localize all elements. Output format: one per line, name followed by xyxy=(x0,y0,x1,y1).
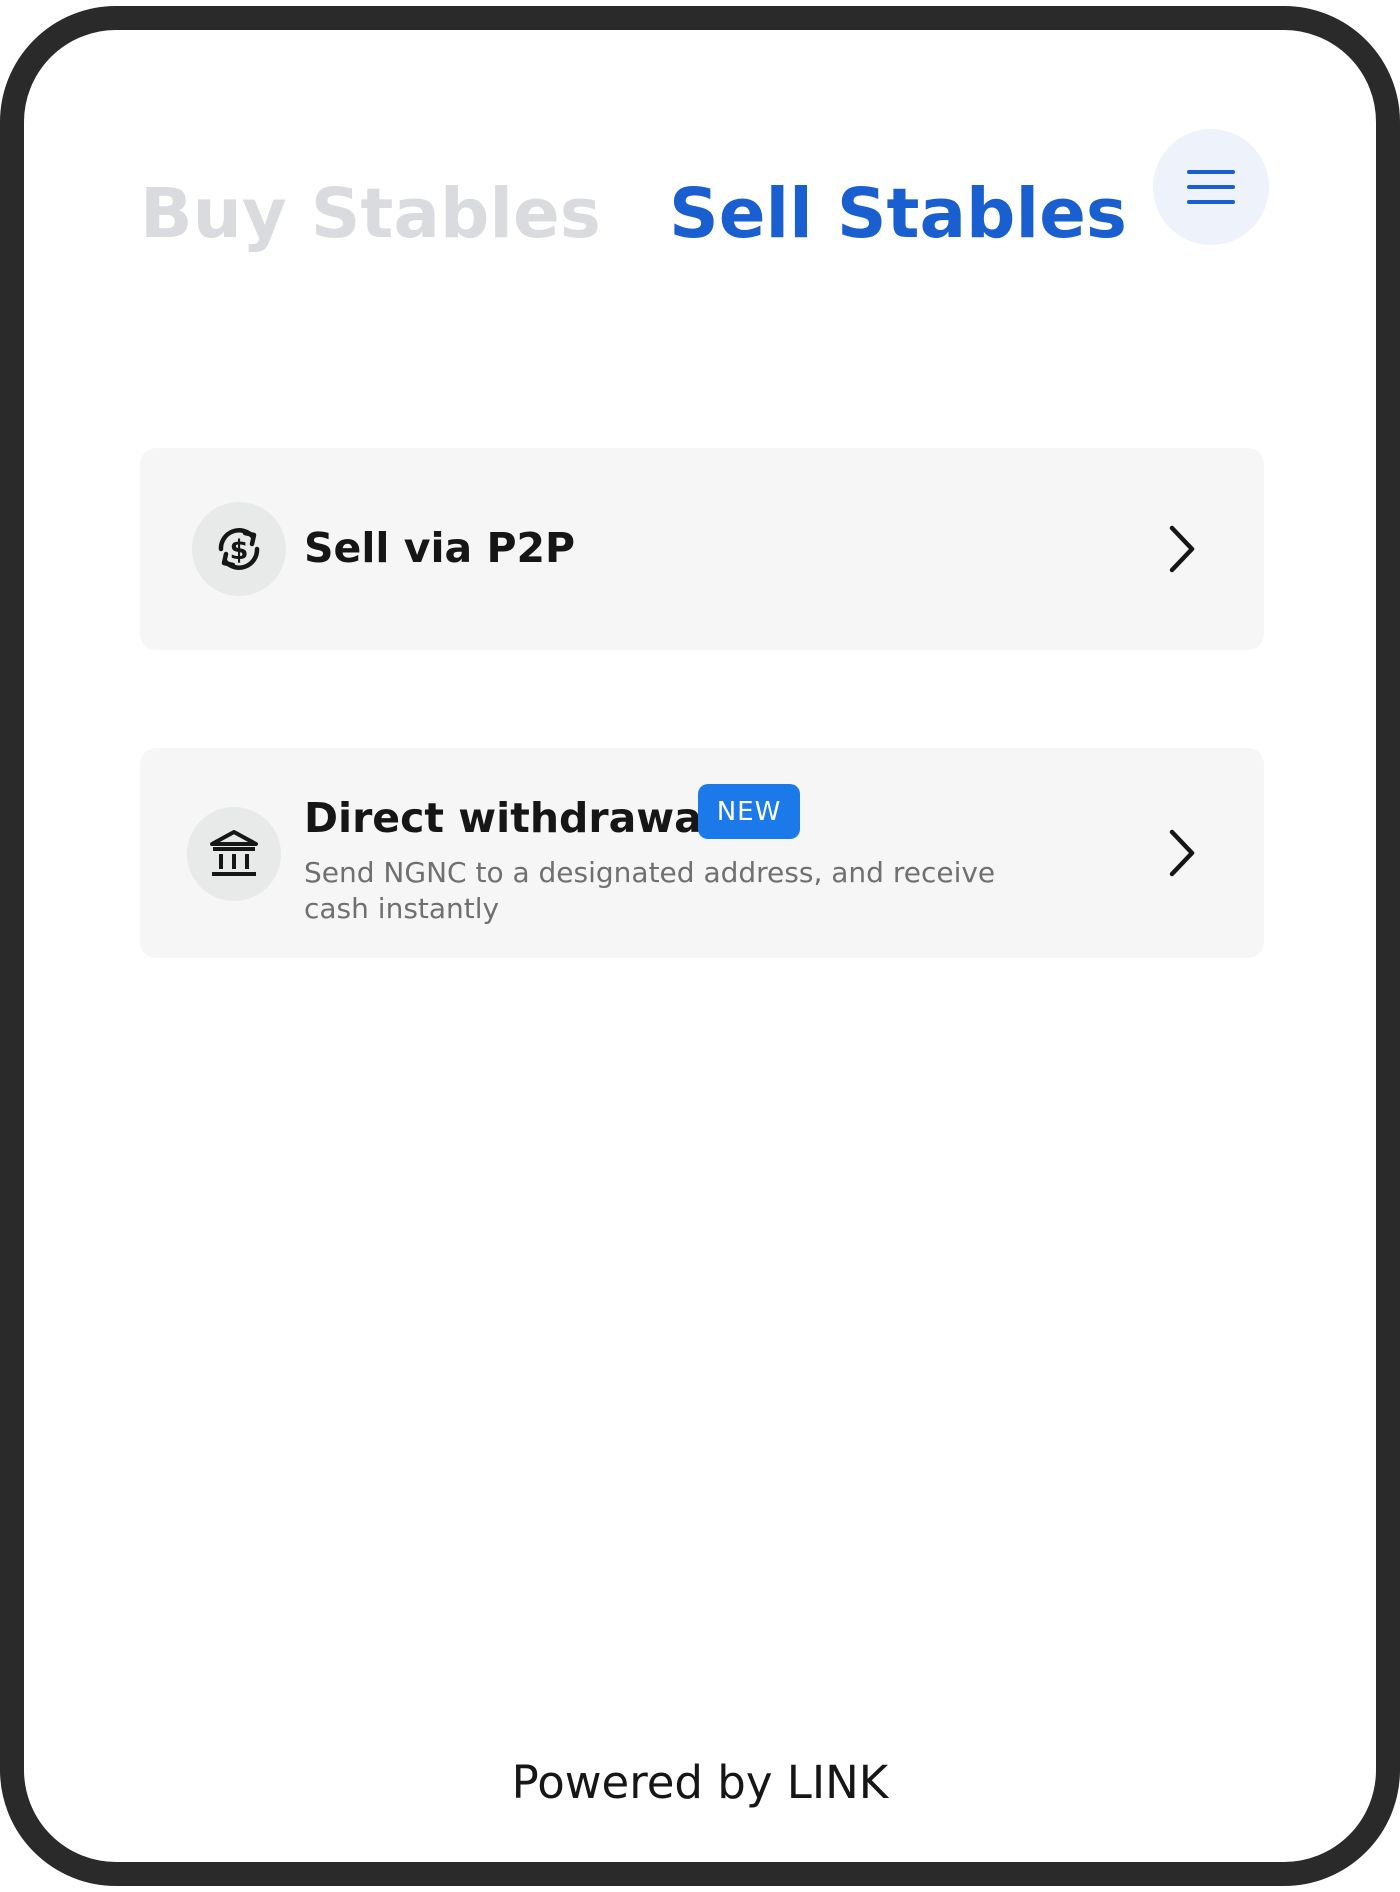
tab-sell-stables[interactable]: Sell Stables xyxy=(669,180,1127,249)
svg-text:$: $ xyxy=(230,535,249,566)
tab-buy-stables[interactable]: Buy Stables xyxy=(140,180,601,249)
direct-withdrawal-description: Send NGNC to a designated address, and r… xyxy=(304,856,996,925)
device-frame: Buy Stables Sell Stables $ Sell via P2P xyxy=(0,6,1400,1886)
hamburger-menu-icon xyxy=(1187,170,1235,204)
sell-via-p2p-option[interactable]: $ Sell via P2P xyxy=(140,448,1264,650)
currency-exchange-icon: $ xyxy=(192,502,286,596)
direct-withdrawal-title: Direct withdrawal xyxy=(304,794,716,842)
direct-withdrawal-option[interactable]: Direct withdrawal NEW Send NGNC to a des… xyxy=(140,748,1264,958)
bank-icon xyxy=(187,807,281,901)
menu-button[interactable] xyxy=(1153,129,1269,245)
chevron-right-icon xyxy=(1162,521,1202,577)
powered-by-footer: Powered by LINK xyxy=(511,1756,889,1809)
sell-stables-screen: Buy Stables Sell Stables $ Sell via P2P xyxy=(24,30,1376,1862)
chevron-right-icon xyxy=(1162,825,1202,881)
new-badge: NEW xyxy=(698,784,800,839)
sell-via-p2p-title: Sell via P2P xyxy=(304,524,576,572)
